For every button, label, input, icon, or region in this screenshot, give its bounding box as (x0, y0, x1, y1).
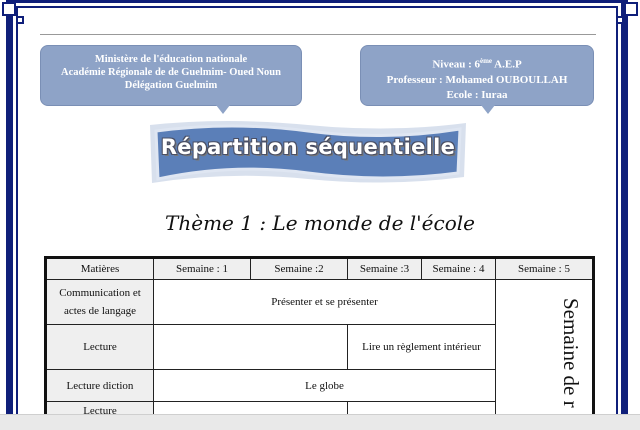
week5-vertical-text: Semaine de r (559, 298, 583, 408)
corner-ornament (624, 2, 638, 16)
theme-title: Thème 1 : Le monde de l'école (165, 211, 475, 235)
subject-cell: Lecture diction (45, 369, 154, 402)
column-header: Semaine :3 (347, 257, 422, 280)
subject-cell: Lecture (45, 401, 154, 414)
viewer-bottom-bar (0, 414, 640, 430)
level-line: Niveau : 6ème A.E.P (432, 57, 522, 71)
ministry-callout: Ministère de l'éducation nationale Acadé… (40, 45, 302, 114)
column-header: Matières (45, 257, 154, 280)
schedule-table: Matières Semaine : 1 Semaine :2 Semaine … (44, 256, 595, 414)
teacher-line: Professeur : Mohamed OUBOULLAH (386, 73, 568, 86)
content-cell: Le globe (153, 369, 496, 402)
week5-cell: Semaine de r (495, 279, 594, 414)
column-header: Semaine : 4 (421, 257, 496, 280)
header-rule (40, 34, 596, 35)
table-row: Communication et actes de langage Présen… (45, 279, 594, 414)
callout-tail (481, 105, 495, 114)
corner-ornament (616, 16, 624, 24)
school-line: Ecole : Iuraa (446, 88, 508, 101)
callout-tail (216, 105, 230, 114)
column-header: Semaine : 1 (153, 257, 251, 280)
ministry-line: Ministère de l'éducation nationale (94, 54, 248, 65)
column-header: Semaine : 5 (495, 257, 594, 280)
content-cell: Présenter et se présenter (153, 279, 496, 325)
content-cell (347, 401, 496, 414)
content-cell (153, 401, 348, 414)
corner-ornament (2, 2, 16, 16)
table-header-row: Matières Semaine : 1 Semaine :2 Semaine … (45, 257, 594, 280)
banner-title: Répartition séquentielle (160, 135, 456, 159)
content-cell (153, 324, 348, 370)
subject-cell: Communication et actes de langage (45, 279, 154, 325)
subject-cell: Lecture (45, 324, 154, 370)
academy-line: Académie Régionale de de Guelmim- Oued N… (61, 67, 281, 78)
corner-ornament (16, 16, 24, 24)
column-header: Semaine :2 (250, 257, 348, 280)
content-cell: Lire un règlement intérieur (347, 324, 496, 370)
delegation-line: Délégation Guelmim (124, 80, 218, 91)
document-page: Ministère de l'éducation nationale Acadé… (0, 0, 640, 414)
teacher-callout: Niveau : 6ème A.E.P Professeur : Mohamed… (360, 45, 594, 114)
